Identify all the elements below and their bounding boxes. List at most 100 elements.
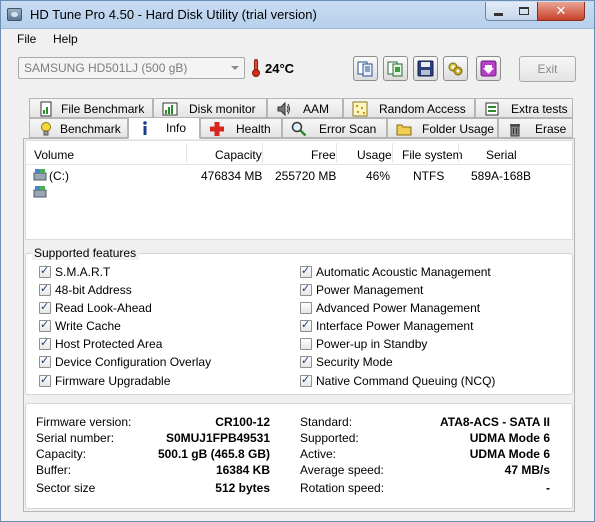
info-value: 512 bytes bbox=[215, 481, 270, 495]
lightbulb-icon bbox=[41, 122, 51, 136]
info-key: Rotation speed: bbox=[300, 481, 385, 495]
tab-random-access[interactable]: Random Access bbox=[343, 98, 475, 118]
feature-checkbox[interactable]: ✓ bbox=[39, 354, 51, 368]
tab-error-scan[interactable]: Error Scan bbox=[282, 118, 387, 138]
feature-checkbox[interactable]: ✓ bbox=[300, 354, 312, 368]
feature-checkbox[interactable]: ✓ bbox=[39, 282, 51, 296]
tab-label: Info bbox=[166, 121, 187, 135]
feature-label: 48-bit Address bbox=[55, 283, 132, 297]
volume-row[interactable]: (C:) 476834 MB 255720 MB 46% NTFS 589A-1… bbox=[26, 167, 572, 184]
feature-label: Host Protected Area bbox=[55, 337, 163, 351]
tab-label: Health bbox=[236, 122, 271, 136]
drive-select-value: SAMSUNG HD501LJ (500 gB) bbox=[24, 61, 188, 75]
tab-label: Benchmark bbox=[60, 122, 121, 136]
checkmark-icon: ✓ bbox=[301, 373, 311, 386]
info-key: Sector size bbox=[36, 481, 96, 495]
info-icon bbox=[143, 121, 147, 135]
feature-label: S.M.A.R.T bbox=[55, 265, 111, 279]
volume-list[interactable]: Volume Capacity Free Usage File system S… bbox=[25, 140, 573, 240]
feature-label: Power Management bbox=[316, 283, 424, 297]
feature-checkbox[interactable]: ✓ bbox=[39, 264, 51, 278]
feature-checkbox[interactable]: ✓ bbox=[300, 264, 312, 278]
chevron-down-icon bbox=[231, 66, 239, 70]
tab-health[interactable]: Health bbox=[200, 118, 282, 138]
supported-features-label: Supported features bbox=[32, 246, 140, 260]
health-cross-icon bbox=[210, 122, 224, 136]
tab-label: Extra tests bbox=[511, 102, 568, 116]
feature-checkbox[interactable]: ✓ bbox=[39, 300, 51, 314]
feature-label: Native Command Queuing (NCQ) bbox=[316, 374, 496, 388]
drive-info-group: Firmware version: CR100-12 Serial number… bbox=[25, 403, 573, 509]
minimize-button[interactable] bbox=[485, 2, 512, 21]
drive-select[interactable]: SAMSUNG HD501LJ (500 gB) bbox=[18, 57, 245, 79]
info-value: CR100-12 bbox=[215, 415, 270, 429]
checkmark-icon: ✓ bbox=[40, 373, 50, 386]
feature-checkbox[interactable]: ✓ bbox=[300, 318, 312, 332]
checkmark-icon: ✓ bbox=[40, 264, 50, 277]
column-header-file-system[interactable]: File system bbox=[402, 148, 463, 162]
copy-info-button[interactable] bbox=[383, 56, 408, 81]
magnifier-icon bbox=[291, 121, 307, 137]
feature-checkbox[interactable] bbox=[300, 302, 312, 314]
feature-checkbox[interactable]: ✓ bbox=[39, 373, 51, 387]
tab-benchmark[interactable]: Benchmark bbox=[29, 118, 128, 138]
tab-label: Folder Usage bbox=[422, 122, 495, 136]
maximize-button[interactable] bbox=[511, 2, 538, 21]
volume-filesystem: NTFS bbox=[413, 169, 445, 183]
info-value: 47 MB/s bbox=[504, 463, 550, 477]
folder-icon bbox=[396, 124, 412, 136]
feature-checkbox[interactable]: ✓ bbox=[39, 318, 51, 332]
tab-file-benchmark[interactable]: File Benchmark bbox=[29, 98, 153, 118]
feature-checkbox[interactable] bbox=[300, 338, 312, 350]
volume-name: (C:) bbox=[49, 169, 69, 183]
exit-button[interactable]: Exit bbox=[519, 56, 576, 82]
close-button[interactable]: ✕ bbox=[537, 2, 585, 21]
checkmark-icon: ✓ bbox=[40, 336, 50, 349]
column-header-usage[interactable]: Usage bbox=[357, 148, 392, 162]
info-value: UDMA Mode 6 bbox=[469, 447, 550, 461]
tab-folder-usage[interactable]: Folder Usage bbox=[387, 118, 498, 138]
feature-label: Interface Power Management bbox=[316, 319, 474, 333]
feature-label: Automatic Acoustic Management bbox=[316, 265, 491, 279]
column-header-capacity[interactable]: Capacity bbox=[215, 148, 262, 162]
info-value: 16384 KB bbox=[215, 463, 270, 477]
options-button[interactable] bbox=[443, 56, 468, 81]
title-bar[interactable]: HD Tune Pro 4.50 - Hard Disk Utility (tr… bbox=[1, 1, 594, 29]
feature-checkbox[interactable]: ✓ bbox=[300, 373, 312, 387]
save-icon bbox=[417, 60, 434, 77]
feature-checkbox[interactable]: ✓ bbox=[300, 282, 312, 296]
copy-text-button[interactable] bbox=[353, 56, 378, 81]
tab-disk-monitor[interactable]: Disk monitor bbox=[153, 98, 267, 118]
tab-aam[interactable]: AAM bbox=[267, 98, 343, 118]
column-header-serial[interactable]: Serial bbox=[486, 148, 517, 162]
info-key: Active: bbox=[300, 447, 337, 461]
tab-erase[interactable]: Erase bbox=[498, 118, 573, 138]
volume-row[interactable] bbox=[26, 184, 572, 201]
tab-extra-tests[interactable]: Extra tests bbox=[475, 98, 573, 118]
feature-checkbox[interactable]: ✓ bbox=[39, 336, 51, 350]
volume-list-header: Volume Capacity Free Usage File system S… bbox=[26, 141, 572, 165]
info-key: Buffer: bbox=[36, 463, 72, 477]
feature-label: Read Look-Ahead bbox=[55, 301, 152, 315]
column-header-free[interactable]: Free bbox=[311, 148, 336, 162]
download-button[interactable] bbox=[476, 56, 501, 81]
checkmark-icon: ✓ bbox=[301, 282, 311, 295]
tab-info[interactable]: Info bbox=[128, 117, 200, 139]
save-button[interactable] bbox=[413, 56, 438, 81]
checkmark-icon: ✓ bbox=[40, 318, 50, 331]
info-value: 500.1 gB (465.8 GB) bbox=[157, 447, 270, 461]
close-icon: ✕ bbox=[555, 3, 567, 19]
tab-label: File Benchmark bbox=[61, 102, 145, 116]
tab-label: Erase bbox=[535, 122, 567, 136]
file-benchmark-icon bbox=[40, 101, 52, 117]
info-key: Average speed: bbox=[300, 463, 384, 477]
menu-help[interactable]: Help bbox=[53, 32, 78, 46]
info-key: Serial number: bbox=[36, 431, 115, 445]
column-header-volume[interactable]: Volume bbox=[34, 148, 74, 162]
temperature-readout: 24°C bbox=[265, 61, 295, 76]
tab-label: Disk monitor bbox=[189, 102, 256, 116]
menu-file[interactable]: File bbox=[17, 32, 36, 46]
minimize-icon bbox=[494, 12, 503, 16]
checkmark-icon: ✓ bbox=[301, 318, 311, 331]
info-key: Capacity: bbox=[36, 447, 87, 461]
